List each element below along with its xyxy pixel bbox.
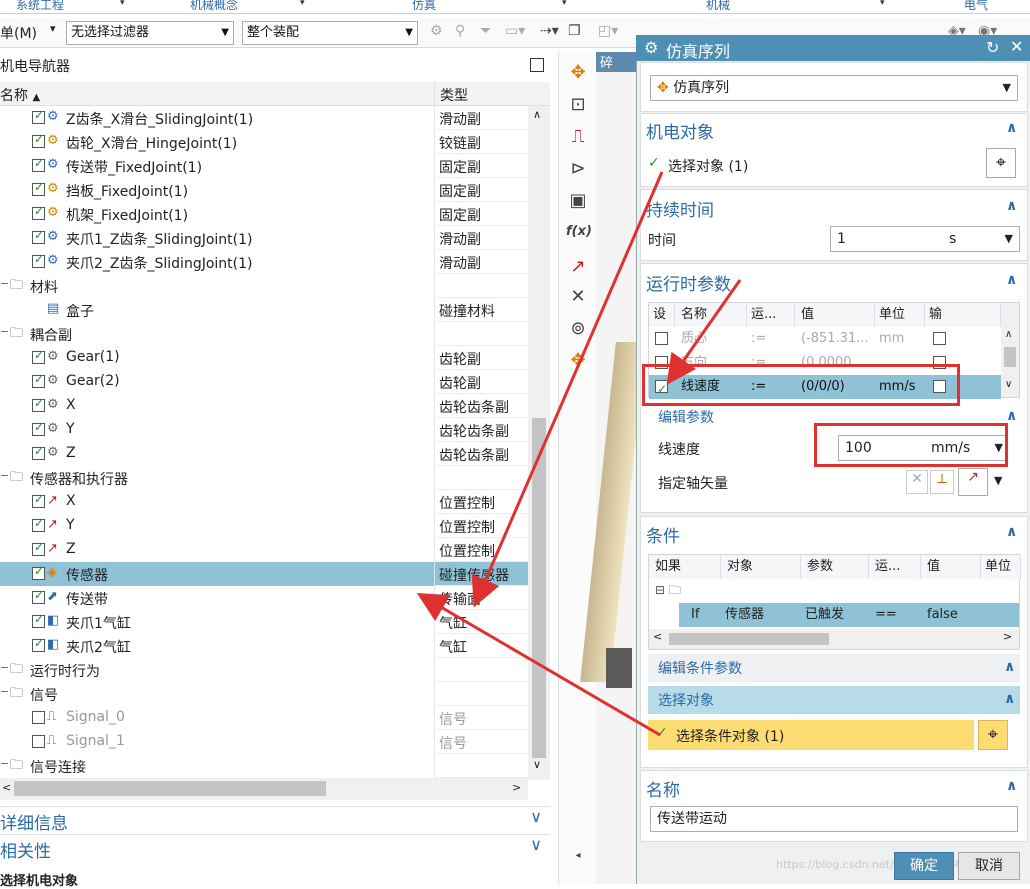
annotation-arrow: [416, 592, 661, 737]
annotation-arrow: [666, 279, 742, 385]
annotation-arrow: [471, 171, 664, 608]
annotation-arrows: [416, 171, 742, 737]
